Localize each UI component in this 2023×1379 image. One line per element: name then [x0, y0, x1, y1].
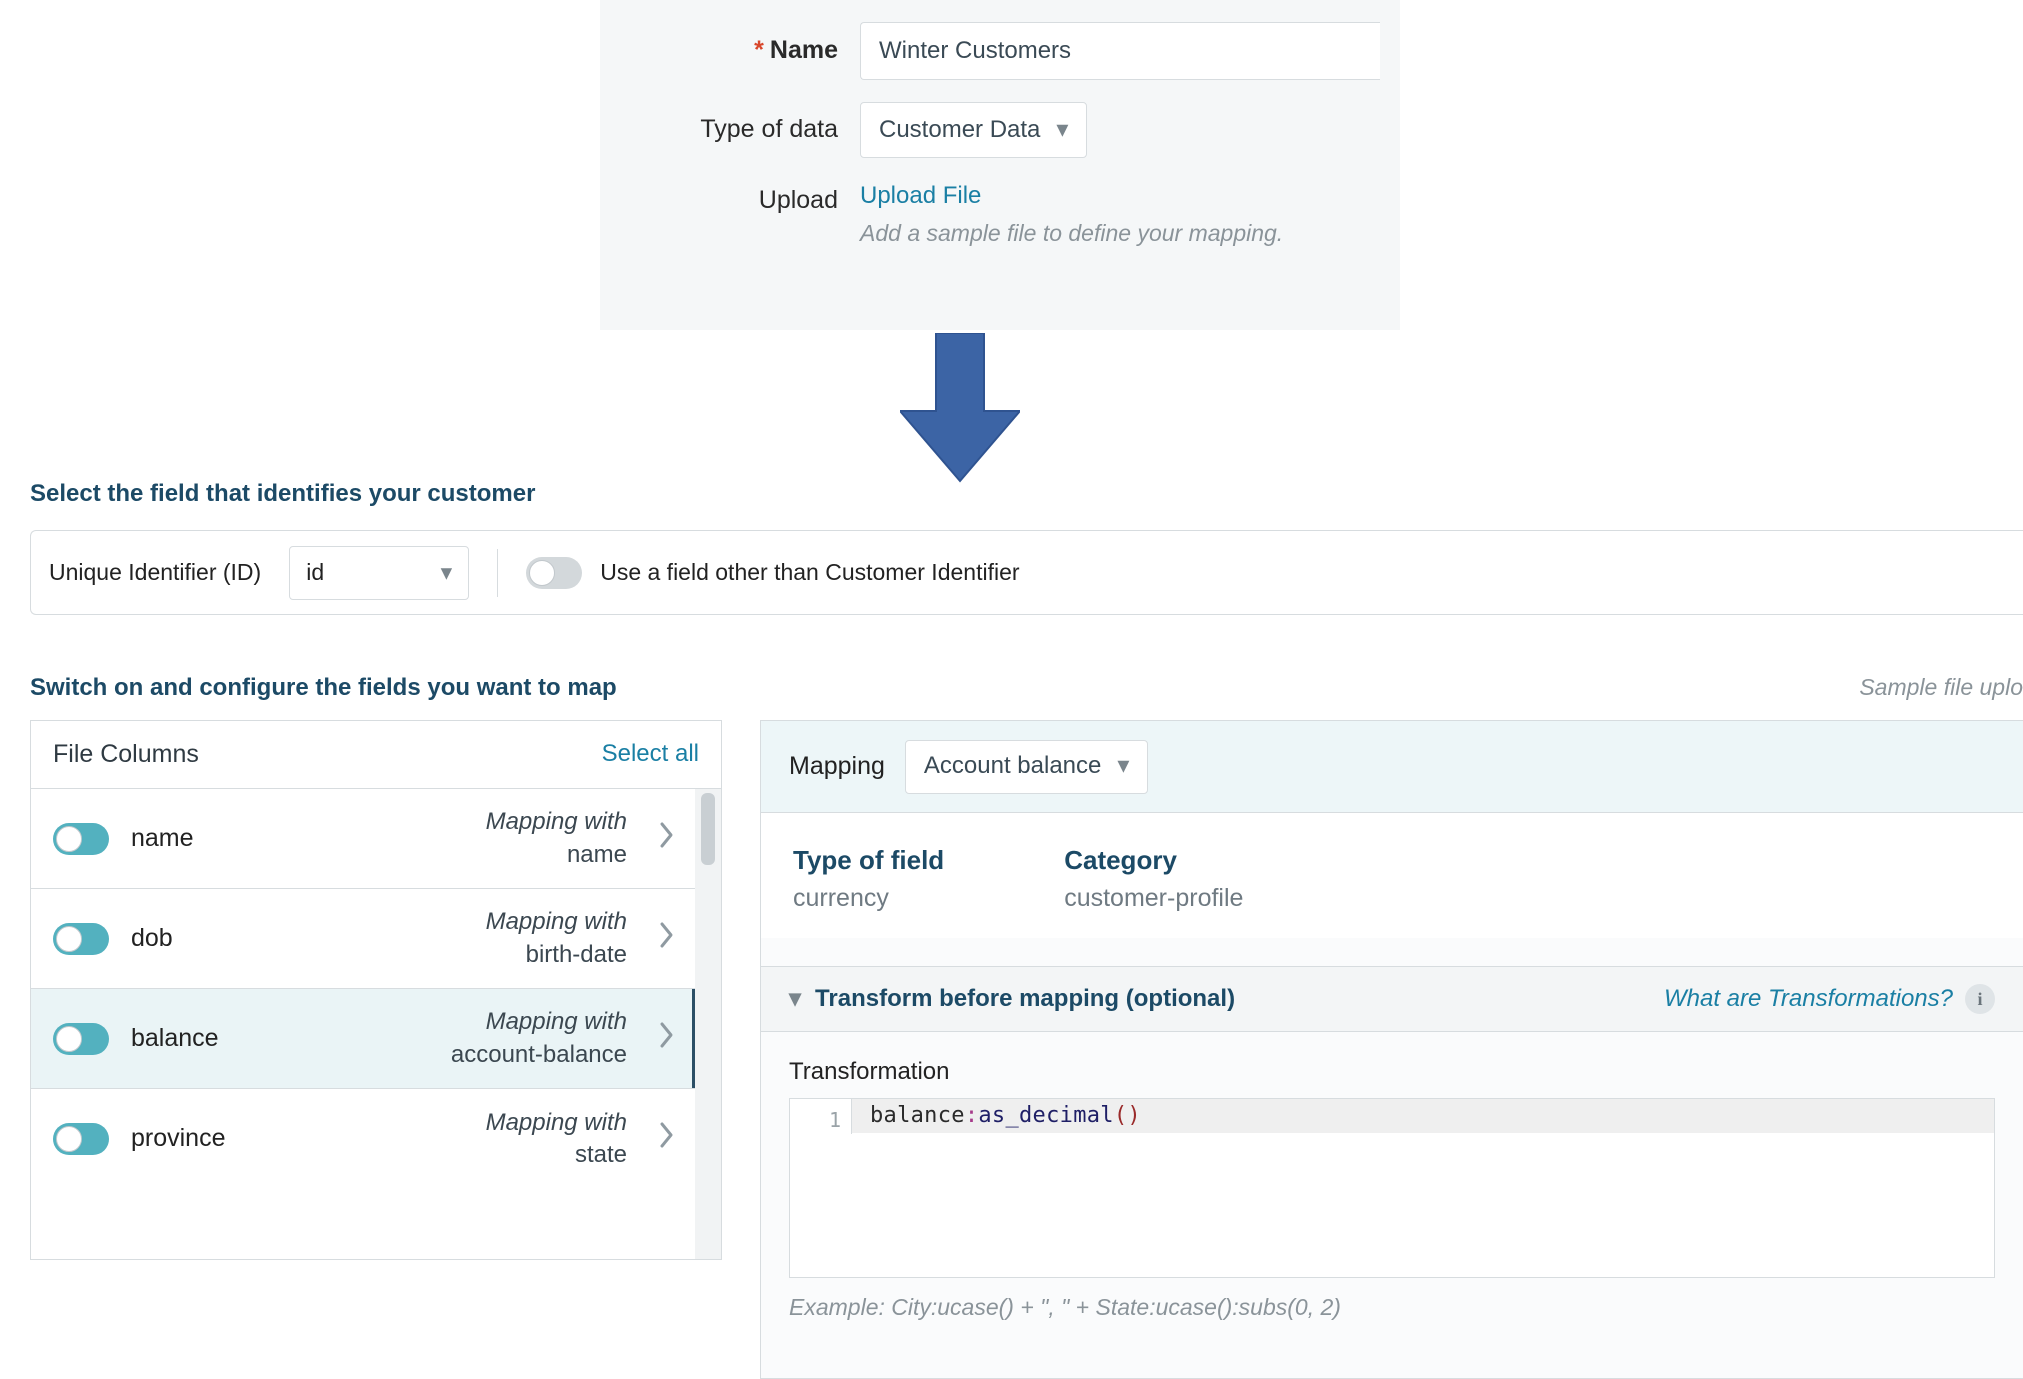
column-name: dob	[131, 922, 301, 956]
transformation-editor-label: Transformation	[789, 1056, 1995, 1088]
mapping-label: Mapping	[789, 750, 885, 784]
caret-down-icon: ▾	[1056, 114, 1068, 146]
arrow-down-icon	[900, 333, 1020, 483]
what-are-transformations-link[interactable]: What are Transformations? i	[1664, 983, 1995, 1015]
other-field-label: Use a field other than Customer Identifi…	[600, 557, 1019, 588]
category-value: customer-profile	[1064, 882, 1243, 916]
mapping-select[interactable]: Account balance ▾	[905, 740, 1149, 794]
column-name: name	[131, 822, 301, 856]
name-input[interactable]	[860, 22, 1380, 80]
caret-down-icon: ▾	[441, 557, 453, 588]
column-mapping-info: Mapping withaccount-balance	[323, 1006, 637, 1071]
typeofdata-value: Customer Data	[879, 114, 1040, 146]
identifier-panel: Unique Identifier (ID) id ▾ Use a field …	[30, 530, 2023, 615]
column-row[interactable]: province Mapping withstate	[31, 1089, 695, 1189]
upload-hint: Add a sample file to define your mapping…	[860, 218, 1283, 249]
typeofdata-select[interactable]: Customer Data ▾	[860, 102, 1087, 158]
file-columns-panel: File Columns Select all name Mapping with…	[30, 720, 722, 1260]
transform-section-header: ▾ Transform before mapping (optional) Wh…	[761, 966, 2023, 1032]
file-columns-header: File Columns	[53, 738, 199, 772]
type-of-field-label: Type of field	[793, 843, 944, 878]
column-row[interactable]: balance Mapping withaccount-balance	[31, 989, 695, 1089]
chevron-right-icon	[659, 821, 675, 857]
caret-down-icon: ▾	[1117, 750, 1129, 782]
transformation-editor[interactable]: 1 balance:as_decimal()	[789, 1098, 1995, 1278]
other-field-toggle[interactable]	[526, 557, 582, 589]
code-line-1: balance:as_decimal()	[852, 1099, 1994, 1133]
chevron-right-icon	[659, 1121, 675, 1157]
mapping-area: Mapping Account balance ▾ Type of field …	[760, 720, 2023, 1379]
column-toggle[interactable]	[53, 1023, 109, 1055]
upload-file-link[interactable]: Upload File	[860, 180, 981, 212]
typeofdata-label: Type of data	[600, 113, 860, 147]
info-icon: i	[1965, 984, 1995, 1014]
unique-identifier-label: Unique Identifier (ID)	[49, 557, 261, 588]
caret-down-icon: ▾	[789, 983, 801, 1015]
category-label: Category	[1064, 843, 1243, 878]
column-mapping-info: Mapping withname	[323, 806, 637, 871]
upload-label: Upload	[600, 180, 860, 218]
column-row[interactable]: dob Mapping withbirth-date	[31, 889, 695, 989]
transform-collapse-toggle[interactable]: ▾ Transform before mapping (optional)	[789, 983, 1235, 1015]
column-mapping-info: Mapping withbirth-date	[323, 906, 637, 971]
header-form: *Name Type of data Customer Data ▾ Uploa…	[600, 0, 1400, 330]
unique-identifier-select[interactable]: id ▾	[289, 546, 469, 600]
column-mapping-info: Mapping withstate	[323, 1107, 637, 1172]
sample-file-note: Sample file uplo	[1859, 672, 2023, 703]
mapping-meta: Type of field currency Category customer…	[761, 813, 2023, 938]
transform-title: Transform before mapping (optional)	[815, 983, 1235, 1015]
chevron-right-icon	[659, 1021, 675, 1057]
map-fields-section-title: Switch on and configure the fields you w…	[30, 672, 617, 704]
scrollbar[interactable]	[695, 789, 721, 1259]
identifier-section-title: Select the field that identifies your cu…	[30, 478, 535, 510]
unique-identifier-value: id	[306, 557, 324, 588]
column-toggle[interactable]	[53, 923, 109, 955]
column-row[interactable]: name Mapping withname	[31, 789, 695, 889]
select-all-link[interactable]: Select all	[602, 738, 699, 770]
name-label: *Name	[600, 34, 860, 68]
column-name: balance	[131, 1022, 301, 1056]
column-toggle[interactable]	[53, 1123, 109, 1155]
chevron-right-icon	[659, 921, 675, 957]
divider	[497, 549, 498, 597]
type-of-field-value: currency	[793, 882, 944, 916]
column-name: province	[131, 1122, 301, 1156]
transformation-example: Example: City:ucase() + ", " + State:uca…	[789, 1292, 1995, 1323]
column-toggle[interactable]	[53, 823, 109, 855]
mapping-header: Mapping Account balance ▾	[761, 721, 2023, 813]
code-gutter: 1	[790, 1099, 852, 1134]
mapping-selected-value: Account balance	[924, 750, 1101, 782]
